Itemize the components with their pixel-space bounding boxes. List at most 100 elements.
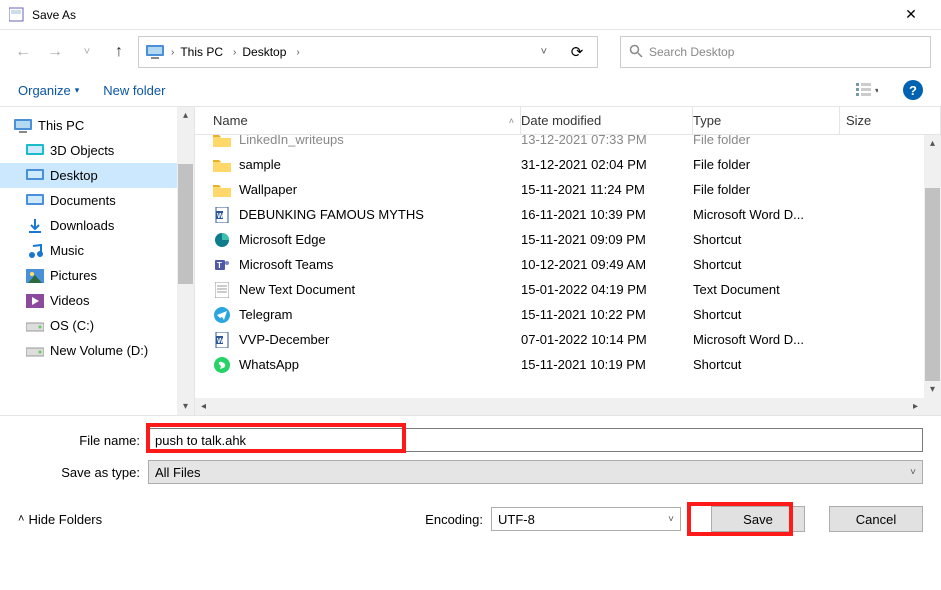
svg-text:W: W (217, 338, 224, 345)
address-bar[interactable]: › This PC› Desktop› ˅ ⟳ (138, 36, 598, 68)
encoding-label: Encoding: (425, 512, 483, 527)
file-type: Shortcut (693, 232, 840, 247)
close-button[interactable]: ✕ (889, 6, 933, 23)
view-menu[interactable]: ▾ (855, 78, 879, 102)
file-type: Microsoft Word D... (693, 207, 840, 222)
search-input[interactable]: Search Desktop (620, 36, 931, 68)
col-header-size[interactable]: Size (840, 107, 941, 134)
app-icon (8, 7, 26, 23)
file-row[interactable]: WDEBUNKING FAMOUS MYTHS16-11-2021 10:39 … (195, 202, 924, 227)
file-name: VVP-December (239, 332, 329, 347)
file-name: LinkedIn_writeups (239, 135, 344, 147)
organize-menu[interactable]: Organize▾ (18, 83, 79, 98)
sidebar-item-label: This PC (38, 118, 84, 133)
search-icon (629, 44, 643, 61)
hide-folders-toggle[interactable]: ˄Hide Folders (18, 512, 102, 527)
file-type: Shortcut (693, 257, 840, 272)
back-button[interactable]: ← (10, 39, 36, 65)
sidebar: This PC 3D Objects Desktop Documents Downloa… (0, 107, 195, 415)
sidebar-item-pictures[interactable]: Pictures (0, 263, 194, 288)
window-title: Save As (32, 8, 76, 22)
file-row[interactable]: Wallpaper15-11-2021 11:24 PMFile folder (195, 177, 924, 202)
address-dropdown[interactable]: ˅ (541, 46, 547, 58)
sidebar-item-new-volume-d-[interactable]: New Volume (D:) (0, 338, 194, 363)
file-date: 15-01-2022 04:19 PM (521, 282, 693, 297)
breadcrumb-sep[interactable]: › (171, 47, 174, 58)
file-row[interactable]: Telegram15-11-2021 10:22 PMShortcut (195, 302, 924, 327)
file-row[interactable]: sample31-12-2021 02:04 PMFile folder (195, 152, 924, 177)
encoding-select[interactable]: UTF-8˅ (491, 507, 681, 531)
forward-button[interactable]: → (42, 39, 68, 65)
documents-icon (26, 193, 44, 209)
sidebar-item-label: New Volume (D:) (50, 343, 148, 358)
file-row[interactable]: Microsoft Edge15-11-2021 09:09 PMShortcu… (195, 227, 924, 252)
sidebar-item-label: Pictures (50, 268, 97, 283)
cancel-button[interactable]: Cancel (829, 506, 923, 532)
file-pane: Name˄ Date modified Type Size LinkedIn_w… (195, 107, 941, 415)
videos-icon (26, 293, 44, 309)
whatsapp-icon (213, 356, 231, 374)
file-type: File folder (693, 182, 840, 197)
file-date: 15-11-2021 10:19 PM (521, 357, 693, 372)
sidebar-item-this-pc[interactable]: This PC (0, 113, 194, 138)
music-icon (26, 243, 44, 259)
col-header-name[interactable]: Name˄ (195, 107, 521, 134)
file-hscrollbar[interactable]: ◂▸ (195, 398, 924, 415)
pictures-icon (26, 268, 44, 284)
sidebar-item-desktop[interactable]: Desktop (0, 163, 194, 188)
col-header-date[interactable]: Date modified (521, 107, 693, 134)
file-date: 31-12-2021 02:04 PM (521, 157, 693, 172)
sidebar-item-documents[interactable]: Documents (0, 188, 194, 213)
file-row[interactable]: LinkedIn_writeups13-12-2021 07:33 PMFile… (195, 135, 924, 152)
file-name: WhatsApp (239, 357, 299, 372)
help-button[interactable]: ? (903, 80, 923, 100)
folder-icon (213, 156, 231, 174)
desktop-icon (26, 168, 44, 184)
pc-icon (14, 118, 32, 134)
filename-input[interactable] (148, 428, 923, 452)
file-date: 15-11-2021 11:24 PM (521, 182, 693, 197)
crumb-this-pc[interactable]: This PC› (180, 45, 236, 59)
search-placeholder: Search Desktop (649, 45, 734, 59)
nav-row: ← → ˅ ↑ › This PC› Desktop› ˅ ⟳ Search D… (0, 30, 941, 74)
sidebar-item-label: Documents (50, 193, 116, 208)
recent-dropdown[interactable]: ˅ (74, 39, 100, 65)
sidebar-item-videos[interactable]: Videos (0, 288, 194, 313)
file-date: 13-12-2021 07:33 PM (521, 135, 693, 147)
crumb-desktop[interactable]: Desktop› (242, 45, 299, 59)
col-header-type[interactable]: Type (693, 107, 840, 134)
word-icon: W (213, 331, 231, 349)
toolbar: Organize▾ New folder ▾ ? (0, 74, 941, 106)
save-button[interactable]: Save (711, 506, 805, 532)
file-date: 15-11-2021 09:09 PM (521, 232, 693, 247)
teams-icon: T (213, 256, 231, 274)
sidebar-item-music[interactable]: Music (0, 238, 194, 263)
savetype-select[interactable]: All Files˅ (148, 460, 923, 484)
file-row[interactable]: New Text Document 15-01-2022 04:19 PMText… (195, 277, 924, 302)
new-folder-button[interactable]: New folder (103, 83, 165, 98)
file-type: Text Document (693, 282, 840, 297)
sidebar-item-label: Music (50, 243, 84, 258)
sidebar-item-3d-objects[interactable]: 3D Objects (0, 138, 194, 163)
sidebar-scrollbar[interactable]: ▴ ▾ (177, 107, 194, 415)
file-row[interactable]: WhatsApp15-11-2021 10:19 PMShortcut (195, 352, 924, 377)
file-row[interactable]: TMicrosoft Teams10-12-2021 09:49 AMShort… (195, 252, 924, 277)
file-type: Shortcut (693, 307, 840, 322)
file-name: Telegram (239, 307, 292, 322)
file-name: New Text Document (239, 282, 355, 297)
file-vscrollbar[interactable]: ▴ ▾ (924, 135, 941, 398)
folder-icon (213, 181, 231, 199)
refresh-button[interactable]: ⟳ (563, 43, 591, 61)
sidebar-item-label: 3D Objects (50, 143, 114, 158)
sidebar-item-os-c-[interactable]: OS (C:) (0, 313, 194, 338)
downloads-icon (26, 218, 44, 234)
up-button[interactable]: ↑ (106, 39, 132, 65)
file-type: Microsoft Word D... (693, 332, 840, 347)
file-name: Microsoft Teams (239, 257, 333, 272)
pc-icon (145, 42, 165, 62)
telegram-icon (213, 306, 231, 324)
sidebar-item-label: OS (C:) (50, 318, 94, 333)
edge-icon (213, 231, 231, 249)
sidebar-item-downloads[interactable]: Downloads (0, 213, 194, 238)
file-row[interactable]: WVVP-December07-01-2022 10:14 PMMicrosof… (195, 327, 924, 352)
